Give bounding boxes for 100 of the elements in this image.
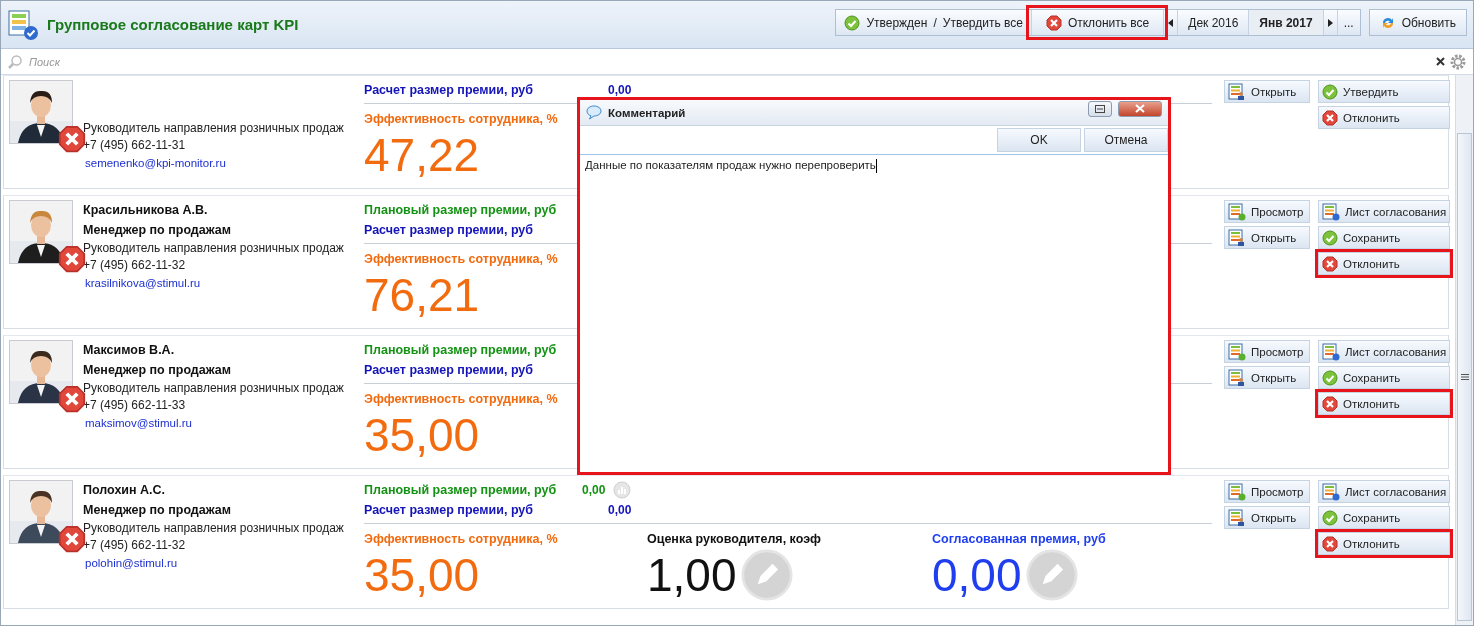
efficiency-value: 35,00 <box>364 408 480 462</box>
employee-phone: +7 (495) 662-11-32 <box>83 257 187 274</box>
reject-all-button[interactable]: Отклонить все <box>1030 10 1164 35</box>
reject-icon <box>1322 395 1338 412</box>
employee-phone: +7 (495) 662-11-32 <box>83 537 187 554</box>
reject-icon <box>58 125 86 153</box>
employee-name: Полохин А.С. <box>83 482 167 499</box>
approve-button[interactable]: Сохранить <box>1318 366 1450 389</box>
email-link[interactable]: krasilnikova@stimul.ru <box>85 274 201 292</box>
view-button[interactable]: Просмотр <box>1224 480 1310 503</box>
email-link[interactable]: semenenko@kpi-monitor.ru <box>85 154 226 172</box>
calculated-bonus-label: Расчет размер премии, руб <box>364 502 535 519</box>
more-button[interactable]: ... <box>1336 10 1360 35</box>
employee-title: Менеджер по продажам <box>83 502 232 519</box>
employee-name: Максимов В.А. <box>83 342 176 359</box>
window-title: Групповое согласование карт KPI <box>47 16 300 33</box>
efficiency-label: Эффективность сотрудника, % <box>364 391 559 408</box>
reject-icon <box>1322 109 1338 126</box>
employee-phone: +7 (495) 662-11-33 <box>83 397 187 414</box>
comment-field[interactable]: Данные по показателям продаж нужно перепроверить <box>580 155 1168 472</box>
document-icon <box>1228 342 1246 361</box>
document-icon <box>1228 202 1246 221</box>
reject-button[interactable]: Отклонить <box>1318 532 1450 555</box>
reject-icon <box>1322 255 1338 272</box>
employee-title: Менеджер по продажам <box>83 362 232 379</box>
approval-sheet-button[interactable]: Лист согласования <box>1318 480 1450 503</box>
approve-button[interactable]: Сохранить <box>1318 226 1450 249</box>
efficiency-value: 35,00 <box>364 548 480 602</box>
planned-bonus-label: Плановый размер премии, руб <box>364 482 558 499</box>
open-button[interactable]: Открыть <box>1224 80 1310 103</box>
planned-bonus-label: Плановый размер премии, руб <box>364 202 558 219</box>
left-arrow-icon <box>1168 18 1174 27</box>
approval-sheet-button[interactable]: Лист согласования <box>1318 340 1450 363</box>
email-link[interactable]: maksimov@stimul.ru <box>85 414 192 432</box>
agreed-bonus-value: 0,00 <box>932 548 1022 602</box>
view-button[interactable]: Просмотр <box>1224 340 1310 363</box>
check-icon <box>1322 229 1338 246</box>
document-icon <box>1228 482 1246 501</box>
document-check-icon <box>1322 202 1340 221</box>
employee-phone: +7 (495) 662-11-31 <box>83 137 187 154</box>
cancel-button[interactable]: Отмена <box>1084 128 1168 152</box>
reject-icon <box>58 525 86 553</box>
view-button[interactable]: Просмотр <box>1224 200 1310 223</box>
employee-position: Руководитель направления розничных продаж <box>83 240 344 257</box>
restore-button[interactable] <box>1088 100 1112 117</box>
close-icon <box>1135 104 1145 113</box>
reject-icon <box>58 245 86 273</box>
app-logo-icon <box>7 8 39 41</box>
dialog-title: Комментарий <box>608 106 687 119</box>
efficiency-label: Эффективность сотрудника, % <box>364 531 559 548</box>
open-button[interactable]: Открыть <box>1224 366 1310 389</box>
rating-value: 1,00 <box>647 548 737 602</box>
check-icon <box>1322 369 1338 386</box>
open-button[interactable]: Открыть <box>1224 506 1310 529</box>
close-button[interactable] <box>1118 100 1162 117</box>
efficiency-label: Эффективность сотрудника, % <box>364 111 559 128</box>
document-person-icon <box>1228 508 1246 527</box>
employee-name: Красильникова А.В. <box>83 202 209 219</box>
calculated-bonus-label: Расчет размер премии, руб <box>364 82 535 99</box>
efficiency-label: Эффективность сотрудника, % <box>364 251 559 268</box>
document-check-icon <box>1322 482 1340 501</box>
calculated-bonus-label: Расчет размер премии, руб <box>364 222 535 239</box>
planned-bonus-label: Плановый размер премии, руб <box>364 342 558 359</box>
grip-icon <box>1460 374 1469 380</box>
approve-all-button[interactable]: Утвержден / Утвердить все <box>836 10 1031 35</box>
reject-icon <box>58 385 86 413</box>
efficiency-value: 76,21 <box>364 268 480 322</box>
approve-button[interactable]: Утвердить <box>1318 80 1450 103</box>
employee-title: Менеджер по продажам <box>83 222 232 239</box>
document-person-icon <box>1228 82 1246 101</box>
ok-button[interactable]: OK <box>997 128 1081 152</box>
employee-position: Руководитель направления розничных продаж <box>83 380 344 397</box>
refresh-button[interactable]: Обновить <box>1369 10 1466 35</box>
agreed-bonus-label: Согласованная премия, руб <box>932 531 1107 548</box>
right-arrow-icon <box>1327 18 1333 27</box>
calculated-bonus-label: Расчет размер премии, руб <box>364 362 535 379</box>
reject-button[interactable]: Отклонить <box>1318 252 1450 275</box>
restore-icon <box>1095 104 1105 113</box>
search-field[interactable]: Поиск <box>27 54 1432 69</box>
speech-bubble-icon <box>586 105 602 120</box>
approval-sheet-button[interactable]: Лист согласования <box>1318 200 1450 223</box>
employee-position: Руководитель направления розничных продаж <box>83 120 344 137</box>
calculated-bonus-value: 0,00 <box>608 503 632 517</box>
document-person-icon <box>1228 368 1246 387</box>
reject-button[interactable]: Отклонить <box>1318 392 1450 415</box>
employee-position: Руководитель направления розничных продаж <box>83 520 344 537</box>
close-icon[interactable] <box>1436 57 1445 66</box>
document-check-icon <box>1322 342 1340 361</box>
check-icon <box>1322 83 1338 100</box>
efficiency-value: 47,22 <box>364 128 480 182</box>
open-button[interactable]: Открыть <box>1224 226 1310 249</box>
email-link[interactable]: polohin@stimul.ru <box>85 554 178 572</box>
scrollbar-thumb[interactable] <box>1457 133 1472 621</box>
calculated-bonus-value: 0,00 <box>608 83 632 97</box>
document-person-icon <box>1228 228 1246 247</box>
approve-button[interactable]: Сохранить <box>1318 506 1450 529</box>
rating-label: Оценка руководителя, коэф <box>647 531 822 548</box>
reject-icon <box>1045 14 1062 31</box>
period-tab[interactable]: Янв 2017 <box>1248 10 1323 35</box>
reject-button[interactable]: Отклонить <box>1318 106 1450 129</box>
